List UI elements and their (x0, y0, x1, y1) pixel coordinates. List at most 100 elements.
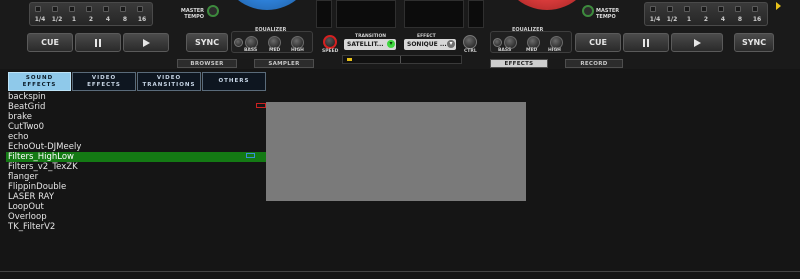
list-item[interactable]: LoopOut (6, 202, 268, 212)
loop-pad[interactable] (120, 6, 126, 12)
ctrl-knob[interactable] (463, 35, 477, 49)
list-item[interactable]: Filters_v2_TexZK (6, 162, 268, 172)
loop-pad-label: 8 (737, 16, 743, 23)
red-indicator-icon (256, 103, 266, 108)
list-item[interactable]: brake (6, 112, 268, 122)
chevron-down-icon: ▾ (447, 40, 455, 48)
ctrl-label: CTRL (464, 49, 477, 54)
right-master-tempo-label: MASTER TEMPO (596, 8, 622, 20)
left-master-tempo-label: MASTER TEMPO (178, 8, 204, 20)
left-cue-button[interactable]: CUE (27, 33, 73, 52)
crossfader[interactable] (342, 55, 462, 64)
right-sync-button[interactable]: SYNC (734, 33, 774, 52)
bottom-divider (0, 271, 800, 272)
play-icon (143, 38, 150, 47)
list-item[interactable]: flanger (6, 172, 268, 182)
list-item[interactable]: BeatGrid (6, 102, 268, 112)
loop-pad[interactable] (667, 6, 673, 12)
left-jog-wheel[interactable] (220, 0, 314, 10)
left-loop-pads: 1/4 1/2 1 2 4 8 16 (29, 2, 153, 26)
list-item[interactable]: EchoOut-DJMeely (6, 142, 268, 152)
category-label: OTHERS (218, 78, 250, 84)
transition-value: SATELLIT... (347, 41, 384, 48)
tab-sampler[interactable]: SAMPLER (254, 59, 314, 68)
loop-pad-label: 16 (137, 16, 147, 23)
loop-pad-label: 2 (88, 16, 94, 23)
eq-label: BASS (498, 48, 512, 53)
transition-select[interactable]: SATELLIT... ▾ (344, 39, 396, 50)
loop-pad[interactable] (718, 6, 724, 12)
loop-pad-label: 8 (122, 16, 128, 23)
list-item[interactable]: FlippinDouble (6, 182, 268, 192)
loop-pad-label: 2 (703, 16, 709, 23)
loop-pad[interactable] (684, 6, 690, 12)
list-item[interactable]: TK_FilterV2 (6, 222, 268, 232)
left-video-screen (336, 0, 396, 28)
loop-pad-label: 4 (105, 16, 111, 23)
category-label: VIDEO (91, 74, 117, 81)
list-item-selected[interactable]: Filters_HighLow (6, 152, 268, 162)
left-pause-button[interactable] (75, 33, 121, 52)
list-item[interactable]: echo (6, 132, 268, 142)
loop-pad-label: 16 (752, 16, 762, 23)
tab-browser[interactable]: BROWSER (177, 59, 237, 68)
blue-indicator-icon (246, 153, 255, 158)
category-label: TRANSITIONS (142, 81, 196, 88)
loop-pad[interactable] (69, 6, 75, 12)
category-label: SOUND (25, 74, 54, 81)
tab-record[interactable]: RECORD (565, 59, 623, 68)
loop-pad[interactable] (752, 6, 758, 12)
right-master-tempo-button[interactable] (582, 5, 594, 17)
loop-pad[interactable] (735, 6, 741, 12)
eq-label: MED (526, 48, 538, 53)
effect-value: SONIQUE ... (407, 41, 447, 48)
master-tempo-line2: TEMPO (184, 14, 204, 20)
loop-pad[interactable] (701, 6, 707, 12)
play-icon (694, 38, 701, 47)
loop-pad[interactable] (86, 6, 92, 12)
right-gain-knob[interactable] (493, 38, 502, 47)
effects-list: backspin BeatGrid brake CutTwo0 echo Ech… (6, 92, 268, 232)
left-sync-button[interactable]: SYNC (186, 33, 228, 52)
left-play-button[interactable] (123, 33, 169, 52)
pause-icon (643, 38, 649, 47)
loop-pad[interactable] (35, 6, 41, 12)
loop-pad[interactable] (650, 6, 656, 12)
deck-area: 1/4 1/2 1 2 4 8 16 MASTER TEMPO MASTER T… (0, 0, 800, 69)
category-others[interactable]: OTHERS (202, 72, 266, 91)
right-pause-button[interactable] (623, 33, 669, 52)
loop-pad[interactable] (137, 6, 143, 12)
list-item[interactable]: CutTwo0 (6, 122, 268, 132)
category-label: EFFECTS (22, 81, 57, 88)
list-item[interactable]: Overloop (6, 212, 268, 222)
right-jog-wheel[interactable] (500, 0, 594, 10)
eq-label: HIGH (548, 48, 561, 53)
loop-pad-label: 4 (720, 16, 726, 23)
category-label: VIDEO (156, 74, 182, 81)
eq-label: MED (269, 48, 281, 53)
speed-knob[interactable] (323, 35, 337, 49)
left-master-tempo-button[interactable] (207, 5, 219, 17)
eq-label: BASS (244, 48, 258, 53)
chevron-down-icon: ▾ (387, 40, 395, 48)
right-vu-panel (468, 0, 484, 28)
crossfader-handle[interactable] (347, 58, 352, 61)
loop-pad[interactable] (103, 6, 109, 12)
loop-pad-label: 1 (71, 16, 77, 23)
right-edge-marker (776, 2, 781, 10)
list-item[interactable]: LASER RAY (6, 192, 268, 202)
tab-effects[interactable]: EFFECTS (490, 59, 548, 68)
loop-pad-label: 1 (686, 16, 692, 23)
loop-pad-label: 1/4 (649, 16, 661, 23)
right-video-screen (404, 0, 464, 28)
loop-pad[interactable] (52, 6, 58, 12)
category-video-effects[interactable]: VIDEO EFFECTS (72, 72, 136, 91)
category-video-transitions[interactable]: VIDEO TRANSITIONS (137, 72, 201, 91)
effect-select[interactable]: SONIQUE ... ▾ (404, 39, 456, 50)
left-gain-knob[interactable] (234, 38, 243, 47)
right-play-button[interactable] (671, 33, 723, 52)
category-sound-effects[interactable]: SOUND EFFECTS (8, 72, 71, 91)
right-cue-button[interactable]: CUE (575, 33, 621, 52)
speed-label: SPEED (322, 49, 339, 54)
list-item[interactable]: backspin (6, 92, 268, 102)
